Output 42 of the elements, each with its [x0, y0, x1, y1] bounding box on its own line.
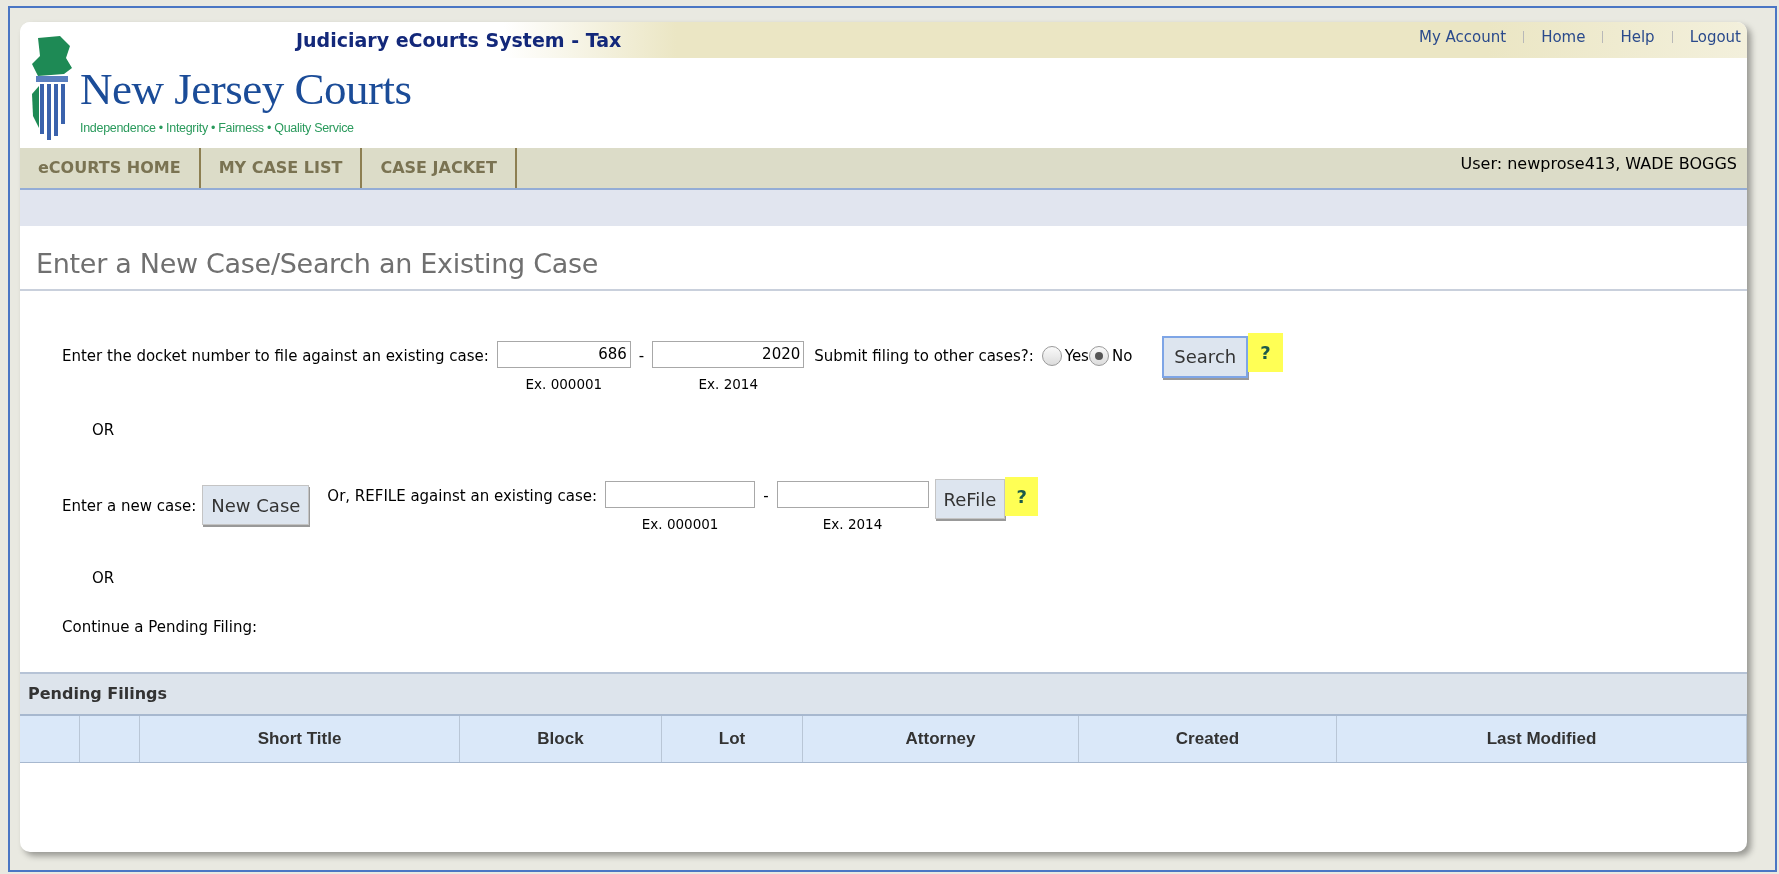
question-label: Submit filing to other cases?: — [814, 345, 1034, 367]
logo-wordmark: New Jersey Courts — [80, 65, 412, 114]
docket-label: Enter the docket number to file against an existing case: — [62, 345, 489, 367]
column-header[interactable]: Created — [1079, 716, 1337, 762]
example-hint: Ex. 000001 — [641, 515, 719, 534]
refile-label: Or, REFILE against an existing case: — [327, 486, 598, 507]
logo-tagline: Independence • Integrity • Fairness • Quality Service — [80, 120, 355, 138]
column-header[interactable]: Attorney — [803, 716, 1079, 762]
input-field[interactable] — [776, 481, 929, 508]
radio-label[interactable]: No — [1111, 344, 1133, 367]
column-header[interactable]: Block — [460, 716, 662, 762]
help-button[interactable]: ? — [1005, 477, 1038, 516]
page-title: Enter a New Case/Search an Existing Case — [20, 226, 1747, 291]
column-header[interactable]: Last Modified — [1337, 716, 1747, 762]
dash-separator: - — [763, 486, 769, 507]
new-case-button[interactable]: New Case — [202, 485, 310, 525]
header-link[interactable]: Logout — [1689, 26, 1741, 49]
continue-label: Continue a Pending Filing: — [62, 616, 258, 638]
example-hint: Ex. 000001 — [525, 374, 603, 394]
refile-button[interactable]: ReFile — [934, 479, 1006, 519]
input-field[interactable]: 686 — [496, 340, 631, 368]
radio-label[interactable]: Yes — [1064, 344, 1089, 367]
radio-button[interactable] — [1041, 345, 1062, 366]
radio-button[interactable] — [1088, 345, 1109, 366]
header-link[interactable]: Help — [1620, 26, 1655, 49]
example-hint: Ex. 2014 — [698, 374, 758, 394]
column-header[interactable]: Lot — [662, 716, 803, 762]
header-link[interactable]: My Account — [1419, 26, 1507, 49]
or-label: OR — [92, 419, 115, 441]
user-label: User: newprose413, WADE BOGGS — [1460, 153, 1738, 175]
system-title: Judiciary eCourts System - Tax — [296, 28, 622, 53]
example-hint: Ex. 2014 — [822, 515, 883, 534]
dash-separator: - — [638, 345, 645, 367]
new-case-label: Enter a new case: — [62, 496, 197, 517]
search-button[interactable]: Search — [1162, 335, 1249, 378]
column-header[interactable]: Short Title — [140, 716, 460, 762]
input-field[interactable] — [605, 481, 756, 508]
input-field[interactable]: 2020 — [652, 340, 805, 368]
help-button[interactable]: ? — [1248, 332, 1283, 372]
header-link[interactable]: Home — [1541, 26, 1586, 49]
section-title: Pending Filings — [28, 683, 168, 705]
or-label: OR — [92, 568, 115, 589]
